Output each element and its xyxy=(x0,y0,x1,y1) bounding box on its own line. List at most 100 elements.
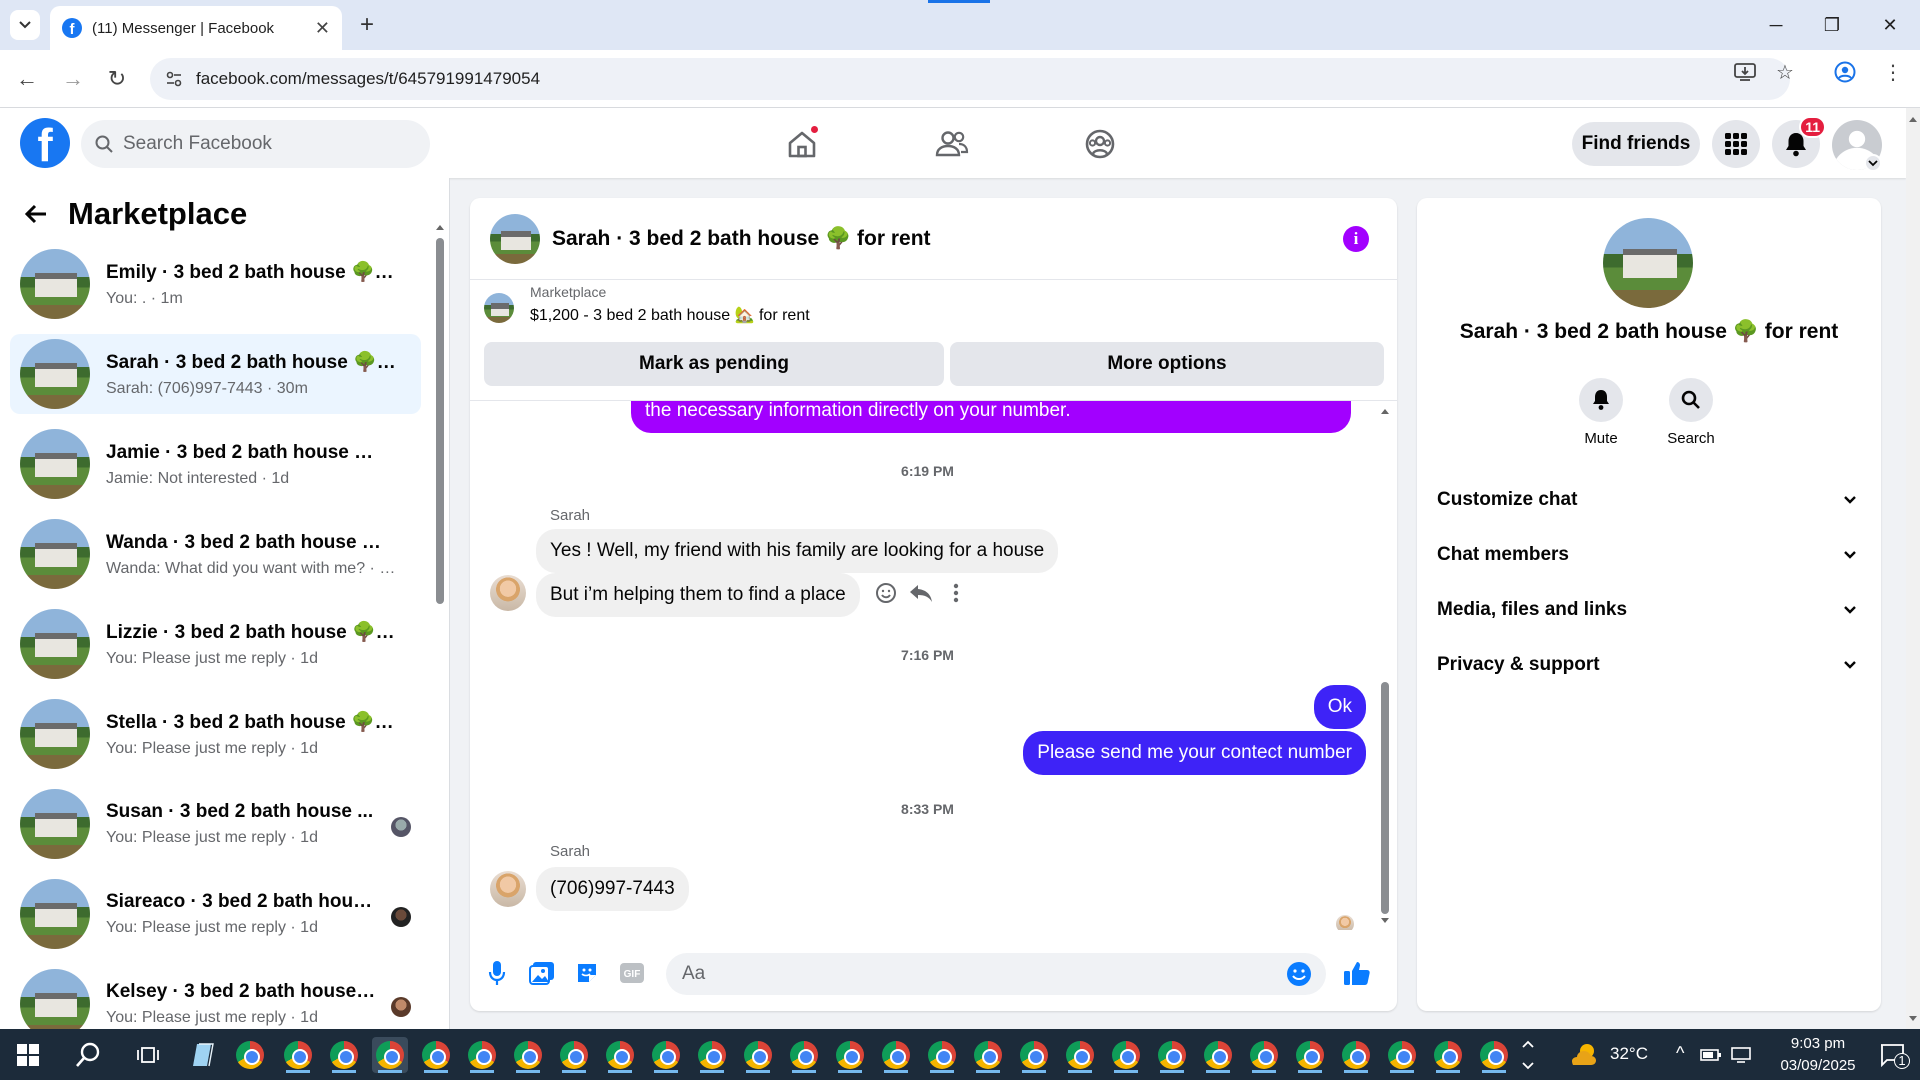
weather-temp[interactable]: 32°C xyxy=(1610,1044,1648,1064)
account-chevron[interactable] xyxy=(1864,154,1882,172)
incoming-message[interactable]: (706)997-7443 xyxy=(536,867,689,911)
forward-button[interactable]: → xyxy=(58,64,88,94)
battery-icon[interactable] xyxy=(1698,1037,1724,1073)
notifications-button[interactable]: 11 xyxy=(1772,116,1826,168)
tray-chevron-up-icon[interactable]: ^ xyxy=(1676,1043,1684,1064)
facebook-logo[interactable]: f xyxy=(20,118,70,168)
taskbar-chrome-profile[interactable] xyxy=(832,1037,868,1073)
taskbar-chrome-profile[interactable] xyxy=(464,1037,500,1073)
taskbar-chrome-profile[interactable] xyxy=(924,1037,960,1073)
conversation-item[interactable]: Jamie · 3 bed 2 bath house 🌳 for rent Jam… xyxy=(10,424,421,504)
taskbar-chrome-profile[interactable] xyxy=(1430,1037,1466,1073)
taskbar-chrome-profile[interactable] xyxy=(1384,1037,1420,1073)
search-action[interactable]: Search xyxy=(1656,378,1726,447)
media-files-row[interactable]: Media, files and links xyxy=(1437,590,1857,630)
start-button[interactable] xyxy=(10,1037,46,1073)
taskbar-chrome-profile[interactable] xyxy=(1108,1037,1144,1073)
close-tab-icon[interactable]: ✕ xyxy=(315,18,330,39)
taskbar-search-button[interactable] xyxy=(70,1037,106,1073)
listing-avatar[interactable] xyxy=(1603,218,1693,308)
scroll-up-arrow-icon[interactable] xyxy=(1906,114,1920,124)
chat-thumbnail[interactable] xyxy=(490,213,540,264)
groups-nav[interactable] xyxy=(1078,122,1122,166)
voice-clip-button[interactable] xyxy=(482,958,512,988)
clock-date[interactable]: 03/09/2025 xyxy=(1768,1057,1868,1074)
taskbar-chrome-profile[interactable] xyxy=(878,1037,914,1073)
chat-title[interactable]: Sarah · 3 bed 2 bath house 🌳 for rent xyxy=(552,227,931,251)
taskbar-chrome-profile-active[interactable] xyxy=(372,1037,408,1073)
listing-banner[interactable]: Marketplace $1,200 - 3 bed 2 bath house … xyxy=(484,284,810,325)
conversation-item[interactable]: Kelsey · 3 bed 2 bath house ... You: Plea… xyxy=(10,964,421,1029)
scroll-down-arrow-icon[interactable] xyxy=(1378,916,1392,926)
reload-button[interactable]: ↻ xyxy=(102,64,132,94)
taskbar-chrome-profile[interactable] xyxy=(1200,1037,1236,1073)
outgoing-message[interactable]: Ok xyxy=(1313,685,1366,729)
attach-photo-button[interactable] xyxy=(527,958,557,988)
menu-button[interactable] xyxy=(1712,120,1760,168)
chat-scrollbar[interactable] xyxy=(1378,400,1392,930)
conversation-item[interactable]: Stella · 3 bed 2 bath house 🌳 for rent Yo… xyxy=(10,694,421,774)
taskbar-chrome-profile[interactable] xyxy=(510,1037,546,1073)
bookmark-star-icon[interactable]: ☆ xyxy=(1772,59,1798,85)
page-scrollbar[interactable] xyxy=(1906,108,1920,1029)
sidebar-scrollbar[interactable] xyxy=(434,214,446,1014)
outgoing-message[interactable]: Please send me your contect number xyxy=(1023,731,1366,775)
browser-menu-icon[interactable]: ⋮ xyxy=(1880,59,1906,85)
clock-time[interactable]: 9:03 pm xyxy=(1778,1035,1858,1052)
taskbar-chrome-profile[interactable] xyxy=(1062,1037,1098,1073)
message-input[interactable] xyxy=(682,963,1242,985)
message-input-wrapper[interactable] xyxy=(666,953,1326,995)
taskbar-chrome[interactable] xyxy=(232,1037,268,1073)
new-tab-button[interactable]: + xyxy=(352,10,382,40)
scroll-up-arrow-icon[interactable] xyxy=(434,222,446,232)
search-input[interactable] xyxy=(123,133,403,155)
taskbar-chrome-profile[interactable] xyxy=(418,1037,454,1073)
scroll-down-arrow-icon[interactable] xyxy=(1906,1014,1920,1024)
taskbar-chrome-profile[interactable] xyxy=(1476,1037,1512,1073)
install-app-icon[interactable] xyxy=(1732,59,1758,85)
conversation-item[interactable]: Siareaco · 3 bed 2 bath house ... You: Pl… xyxy=(10,874,421,954)
taskbar-chrome-profile[interactable] xyxy=(648,1037,684,1073)
tab-search-button[interactable] xyxy=(10,10,40,40)
taskbar-app-notepad[interactable] xyxy=(186,1037,222,1073)
taskbar-chrome-profile[interactable] xyxy=(970,1037,1006,1073)
incoming-message[interactable]: Yes ! Well, my friend with his family ar… xyxy=(536,529,1059,573)
scroll-up-arrow-icon[interactable] xyxy=(1378,406,1392,416)
emoji-icon[interactable] xyxy=(1286,961,1312,987)
conversation-item-active[interactable]: Sarah · 3 bed 2 bath house 🌳 for rent Sar… xyxy=(10,334,421,414)
conversation-item[interactable]: Lizzie · 3 bed 2 bath house 🌳 for rent Yo… xyxy=(10,604,421,684)
incoming-message[interactable]: But i’m helping them to find a place xyxy=(536,573,860,617)
facebook-search[interactable] xyxy=(81,120,430,168)
info-icon[interactable]: i xyxy=(1343,226,1369,252)
close-window-button[interactable]: ✕ xyxy=(1870,10,1910,40)
taskbar-chrome-profile[interactable] xyxy=(1016,1037,1052,1073)
react-emoji-icon[interactable] xyxy=(874,581,898,605)
sender-avatar[interactable] xyxy=(490,575,526,611)
conversation-item[interactable]: Susan · 3 bed 2 bath house ... You: Pleas… xyxy=(10,784,421,864)
taskbar-chrome-profile[interactable] xyxy=(740,1037,776,1073)
friends-nav[interactable] xyxy=(930,122,974,166)
conversation-item[interactable]: Wanda · 3 bed 2 bath house 🌳 ... Wanda: W… xyxy=(10,514,421,594)
browser-tab-messenger[interactable]: f (11) Messenger | Facebook ✕ xyxy=(50,6,342,50)
mute-action[interactable]: Mute xyxy=(1566,378,1636,447)
conversation-item[interactable]: Emily · 3 bed 2 bath house 🌳 for rent You… xyxy=(10,244,421,324)
sender-avatar[interactable] xyxy=(490,871,526,907)
mark-as-pending-button[interactable]: Mark as pending xyxy=(484,342,944,386)
find-friends-button[interactable]: Find friends xyxy=(1572,122,1700,166)
customize-chat-row[interactable]: Customize chat xyxy=(1437,480,1857,520)
taskbar-chrome-profile[interactable] xyxy=(602,1037,638,1073)
taskbar-chrome-profile[interactable] xyxy=(556,1037,592,1073)
back-arrow-icon[interactable] xyxy=(24,203,48,225)
gif-button[interactable]: GIF xyxy=(617,958,647,988)
more-actions-icon[interactable] xyxy=(946,581,966,605)
sticker-button[interactable] xyxy=(572,958,602,988)
site-info-icon[interactable] xyxy=(164,69,184,89)
minimize-button[interactable]: ─ xyxy=(1756,10,1796,40)
send-like-button[interactable] xyxy=(1342,958,1372,988)
profile-icon[interactable] xyxy=(1832,59,1858,85)
taskbar-chrome-profile[interactable] xyxy=(694,1037,730,1073)
maximize-button[interactable]: ❐ xyxy=(1812,10,1852,40)
more-options-button[interactable]: More options xyxy=(950,342,1384,386)
sidebar-scroll-thumb[interactable] xyxy=(436,238,444,604)
chat-members-row[interactable]: Chat members xyxy=(1437,535,1857,575)
